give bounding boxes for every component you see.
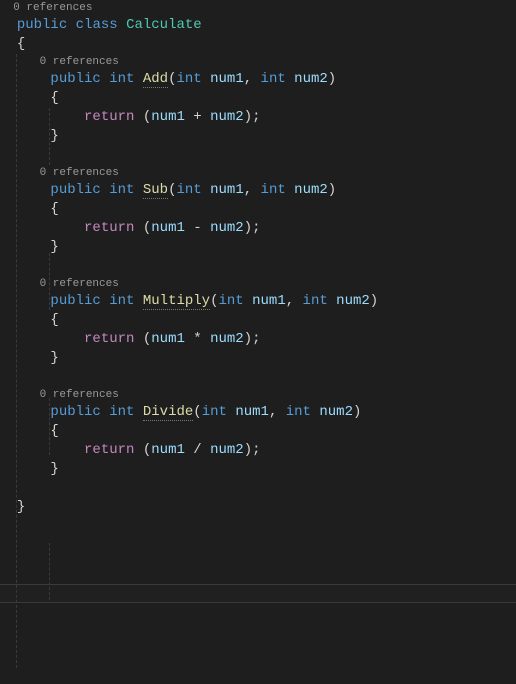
operator: + bbox=[193, 109, 201, 125]
method-multiply-close[interactable]: } bbox=[0, 349, 516, 368]
method-name-add: Add bbox=[143, 71, 168, 88]
brace: } bbox=[17, 499, 25, 515]
class-open-brace[interactable]: { bbox=[0, 35, 516, 54]
codelens-text: 0 references bbox=[40, 56, 119, 68]
blank-line[interactable] bbox=[0, 146, 516, 165]
class-name: Calculate bbox=[126, 17, 202, 33]
codelens-text: 0 references bbox=[40, 167, 119, 179]
codelens-class[interactable]: 0 references bbox=[0, 0, 516, 16]
method-multiply-return[interactable]: return (num1 * num2); bbox=[0, 330, 516, 349]
blank-line[interactable] bbox=[0, 257, 516, 276]
codelens-multiply[interactable]: 0 references bbox=[0, 276, 516, 292]
operator: / bbox=[193, 442, 201, 458]
class-close-brace[interactable]: } bbox=[0, 498, 516, 517]
method-name-sub: Sub bbox=[143, 182, 168, 199]
keyword-public: public bbox=[17, 17, 67, 33]
codelens-text: 0 references bbox=[40, 278, 119, 290]
operator: * bbox=[193, 331, 201, 347]
codelens-sub[interactable]: 0 references bbox=[0, 165, 516, 181]
codelens-text: 0 references bbox=[13, 2, 92, 14]
brace: { bbox=[17, 36, 25, 52]
method-sub-signature[interactable]: public int Sub(int num1, int num2) bbox=[0, 181, 516, 200]
method-sub-close[interactable]: } bbox=[0, 238, 516, 257]
codelens-text: 0 references bbox=[40, 389, 119, 401]
method-multiply-open[interactable]: { bbox=[0, 311, 516, 330]
method-name-multiply: Multiply bbox=[143, 293, 210, 310]
method-multiply-signature[interactable]: public int Multiply(int num1, int num2) bbox=[0, 292, 516, 311]
keyword-class: class bbox=[76, 17, 118, 33]
method-add-signature[interactable]: public int Add(int num1, int num2) bbox=[0, 70, 516, 89]
codelens-divide[interactable]: 0 references bbox=[0, 387, 516, 403]
method-add-close[interactable]: } bbox=[0, 127, 516, 146]
class-declaration[interactable]: public class Calculate bbox=[0, 16, 516, 35]
current-line-highlight bbox=[0, 584, 516, 603]
method-divide-open[interactable]: { bbox=[0, 422, 516, 441]
method-divide-return[interactable]: return (num1 / num2); bbox=[0, 441, 516, 460]
method-divide-close[interactable]: } bbox=[0, 460, 516, 479]
blank-line[interactable] bbox=[0, 479, 516, 498]
method-divide-signature[interactable]: public int Divide(int num1, int num2) bbox=[0, 403, 516, 422]
method-add-open[interactable]: { bbox=[0, 89, 516, 108]
codelens-add[interactable]: 0 references bbox=[0, 54, 516, 70]
blank-line[interactable] bbox=[0, 368, 516, 387]
method-sub-open[interactable]: { bbox=[0, 200, 516, 219]
method-name-divide: Divide bbox=[143, 404, 193, 421]
code-editor[interactable]: 0 references public class Calculate { 0 … bbox=[0, 0, 516, 517]
method-add-return[interactable]: return (num1 + num2); bbox=[0, 108, 516, 127]
operator: - bbox=[193, 220, 201, 236]
method-sub-return[interactable]: return (num1 - num2); bbox=[0, 219, 516, 238]
